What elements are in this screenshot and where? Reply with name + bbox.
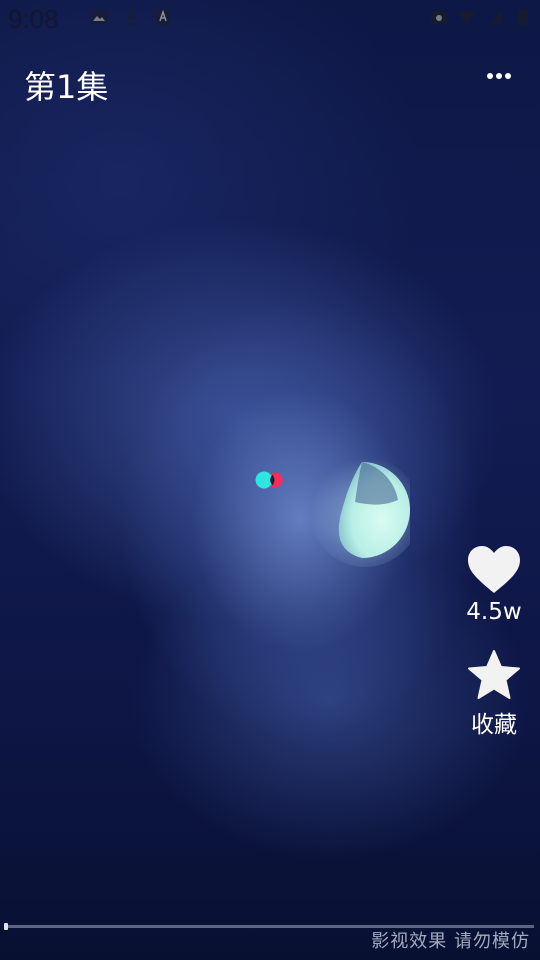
status-bar: 9:08 <box>0 0 540 36</box>
camera-icon <box>431 10 447 24</box>
download-icon <box>125 9 137 25</box>
progress-handle[interactable] <box>4 923 8 930</box>
image-icon <box>91 10 107 24</box>
episode-title: 第1集 <box>24 68 109 106</box>
like-count: 4.5w <box>466 599 522 625</box>
video-player-screen: 9:08 第1集 4.5w 收藏 影视效果 请勿模仿 <box>0 0 540 960</box>
star-icon <box>468 650 520 699</box>
wifi-icon <box>459 10 475 24</box>
side-action-bar: 4.5w 收藏 <box>460 545 528 739</box>
like-button[interactable]: 4.5w <box>460 545 528 625</box>
favorite-label: 收藏 <box>471 712 517 738</box>
moon-image <box>310 457 410 567</box>
favorite-button[interactable]: 收藏 <box>460 649 528 739</box>
watermark-text: 影视效果 请勿模仿 <box>371 931 530 952</box>
more-dots-icon <box>487 73 511 79</box>
more-options-button[interactable] <box>484 64 514 88</box>
a-badge-icon <box>156 9 170 25</box>
signal-icon <box>488 10 502 24</box>
status-time: 9:08 <box>8 4 59 34</box>
heart-icon <box>468 546 520 593</box>
loading-dots-icon <box>255 471 283 489</box>
battery-icon <box>518 9 528 25</box>
